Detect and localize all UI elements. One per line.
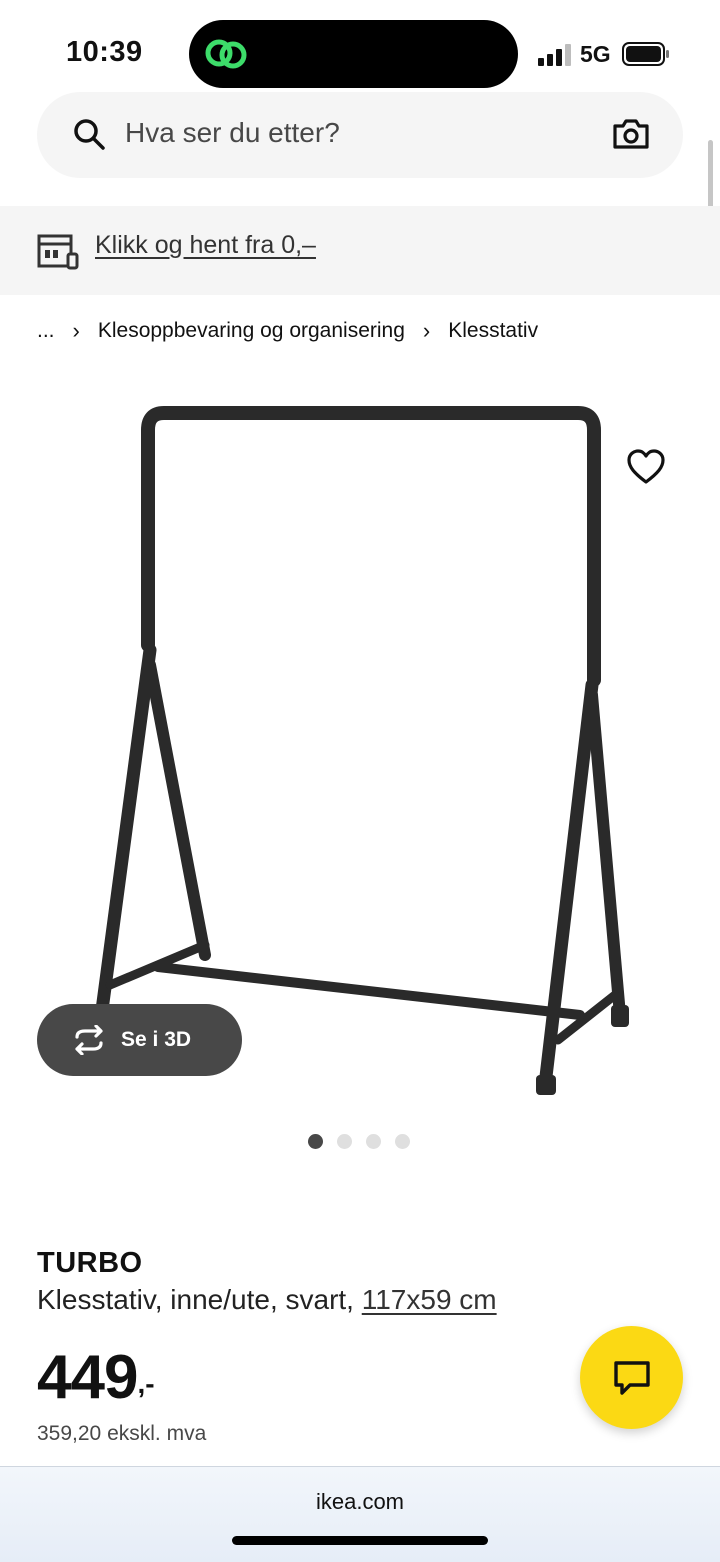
store-icon xyxy=(37,234,79,270)
search-input[interactable]: Hva ser du etter? xyxy=(125,117,340,149)
chat-icon xyxy=(613,1360,650,1395)
price-value: 449 xyxy=(37,1343,138,1412)
signal-icon xyxy=(538,44,571,66)
gallery-dot[interactable] xyxy=(366,1134,381,1149)
home-indicator[interactable] xyxy=(232,1536,488,1545)
price-suffix: ,- xyxy=(137,1368,155,1399)
product-description: Klesstativ, inne/ute, svart, 117x59 cm xyxy=(37,1284,497,1316)
dynamic-island xyxy=(189,20,518,88)
view-in-3d-button[interactable]: Se i 3D xyxy=(37,1004,242,1076)
chat-button[interactable] xyxy=(580,1326,683,1429)
click-collect-link[interactable]: Klikk og hent fra 0,– xyxy=(95,231,316,260)
heart-icon[interactable] xyxy=(626,448,666,486)
product-name: TURBO xyxy=(37,1247,143,1279)
camera-icon[interactable] xyxy=(612,118,650,150)
status-time: 10:39 xyxy=(66,36,143,68)
gallery-dot[interactable] xyxy=(395,1134,410,1149)
product-description-text: Klesstativ, inne/ute, svart, xyxy=(37,1284,362,1315)
gallery-dot[interactable] xyxy=(337,1134,352,1149)
breadcrumb-item-clothes-storage[interactable]: Klesoppbevaring og organisering xyxy=(98,319,405,343)
chevron-right-icon: › xyxy=(422,318,431,343)
search-icon[interactable] xyxy=(72,117,106,151)
gallery-dot[interactable] xyxy=(308,1134,323,1149)
browser-url[interactable]: ikea.com xyxy=(0,1489,720,1515)
product-dimensions-link[interactable]: 117x59 cm xyxy=(362,1284,497,1315)
battery-icon xyxy=(622,42,669,66)
chevron-right-icon: › xyxy=(72,318,80,343)
breadcrumb-item-clothes-rack[interactable]: Klesstativ xyxy=(448,319,538,343)
price-ex-vat: 359,20 ekskl. mva xyxy=(37,1422,207,1445)
gallery-pagination xyxy=(308,1134,410,1149)
link-activity-icon xyxy=(205,39,247,69)
product-price: 449 ,- xyxy=(37,1342,155,1414)
rotate-3d-icon xyxy=(75,1025,103,1055)
breadcrumb-ellipsis[interactable]: ... xyxy=(37,319,55,343)
network-label: 5G xyxy=(580,41,611,67)
view-in-3d-label: Se i 3D xyxy=(121,1028,192,1051)
breadcrumb: ... › Klesoppbevaring og organisering › … xyxy=(37,318,538,344)
